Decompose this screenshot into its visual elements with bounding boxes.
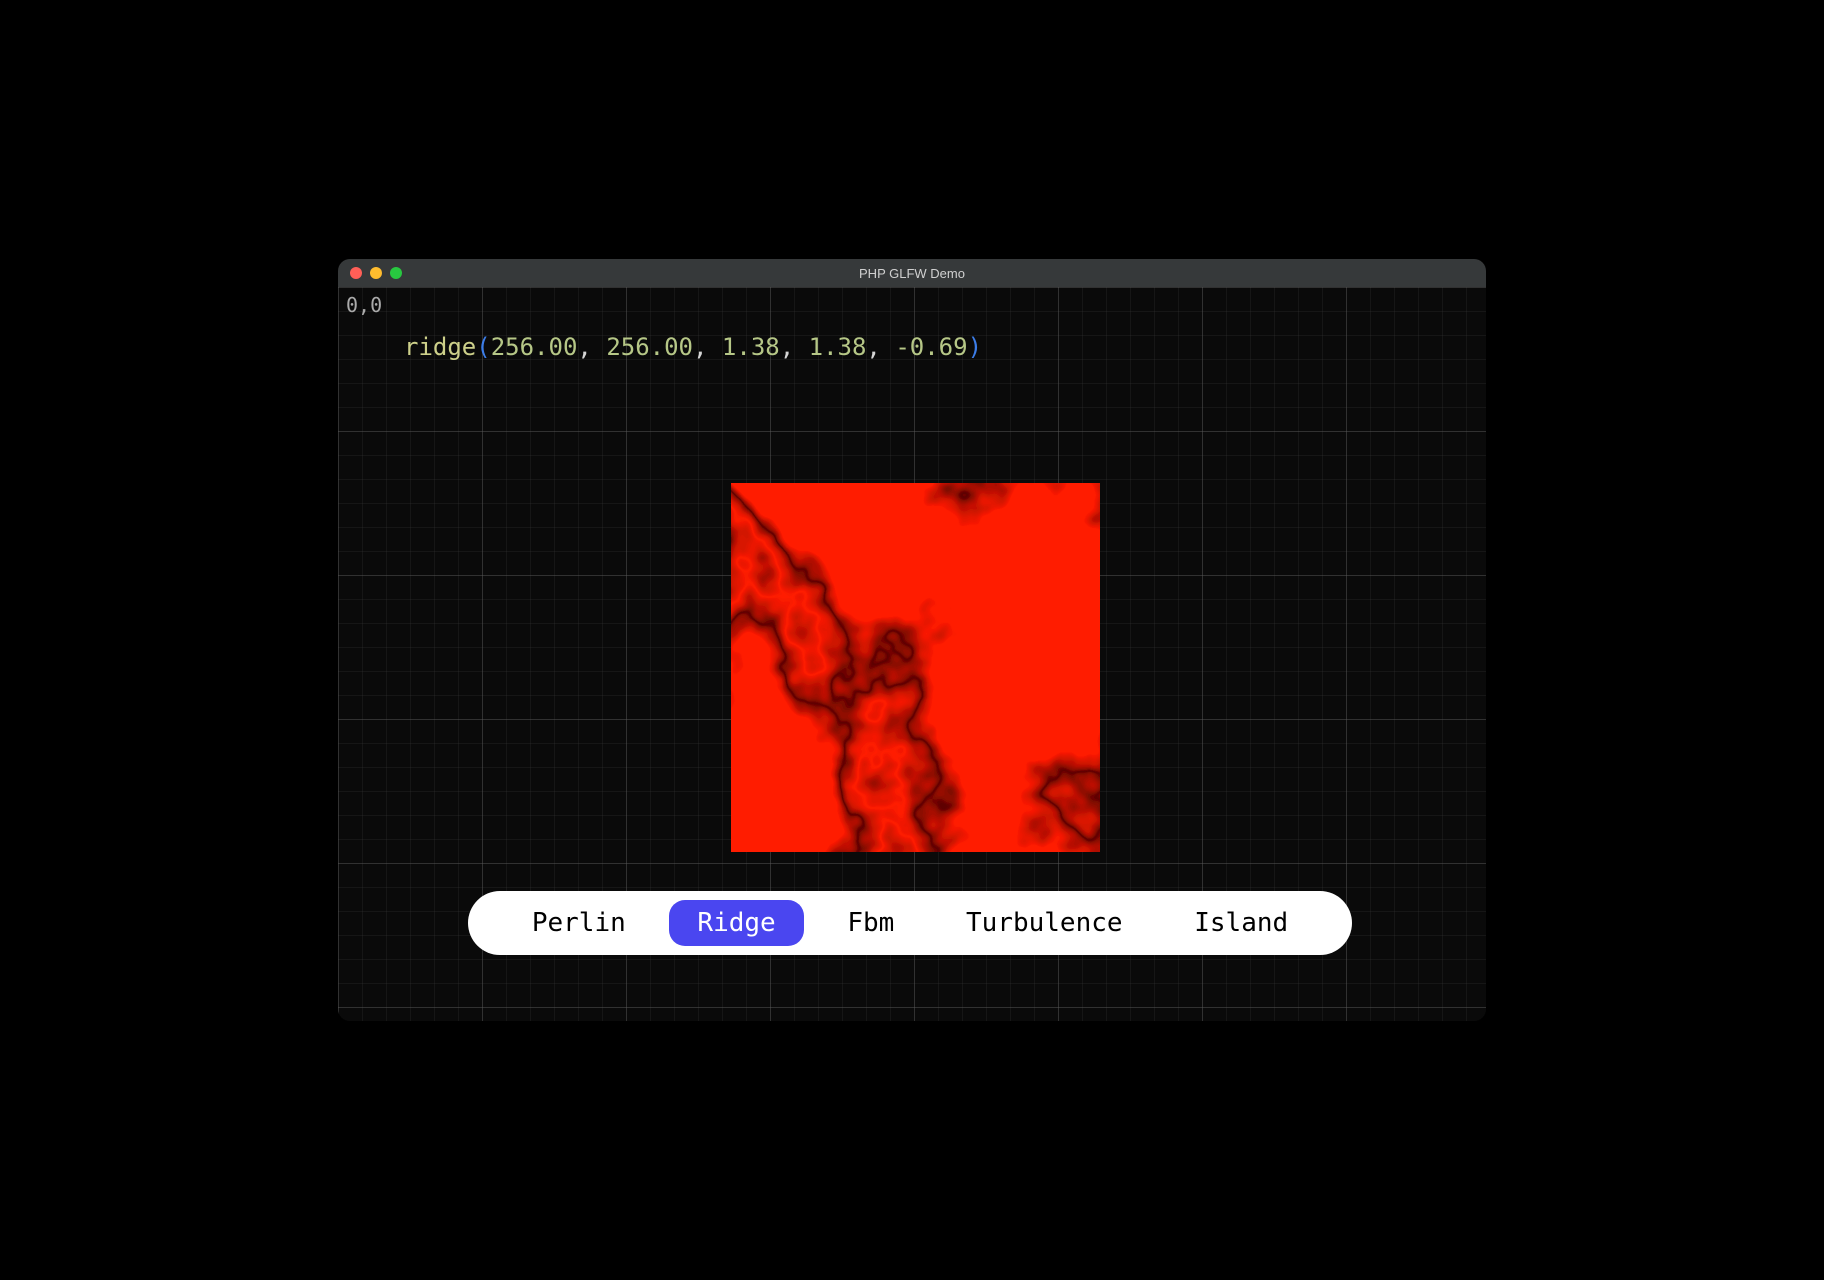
titlebar: PHP GLFW Demo — [338, 259, 1486, 287]
arg-2: 256.00 — [606, 333, 693, 361]
arg-4: 1.38 — [809, 333, 867, 361]
traffic-lights — [350, 267, 402, 279]
viewport[interactable]: 0,0 ridge(256.00, 256.00, 1.38, 1.38, -0… — [338, 287, 1486, 1021]
tab-ridge[interactable]: Ridge — [669, 900, 803, 946]
noise-type-tabs: Perlin Ridge Fbm Turbulence Island — [468, 891, 1352, 955]
tab-turbulence[interactable]: Turbulence — [938, 900, 1151, 946]
function-name: ridge — [404, 333, 476, 361]
app-window: PHP GLFW Demo 0,0 ridge(256.00, 256.00, … — [338, 259, 1486, 1021]
tab-fbm[interactable]: Fbm — [819, 900, 922, 946]
close-icon[interactable] — [350, 267, 362, 279]
origin-coordinate-label: 0,0 — [346, 293, 382, 317]
window-title: PHP GLFW Demo — [338, 266, 1486, 281]
tab-perlin[interactable]: Perlin — [504, 900, 654, 946]
close-paren: ) — [968, 333, 982, 361]
maximize-icon[interactable] — [390, 267, 402, 279]
arg-3: 1.38 — [722, 333, 780, 361]
tab-island[interactable]: Island — [1166, 900, 1316, 946]
function-call-display: ridge(256.00, 256.00, 1.38, 1.38, -0.69) — [404, 333, 982, 361]
arg-5: -0.69 — [895, 333, 967, 361]
minimize-icon[interactable] — [370, 267, 382, 279]
open-paren: ( — [476, 333, 490, 361]
noise-preview — [731, 483, 1100, 852]
arg-1: 256.00 — [491, 333, 578, 361]
